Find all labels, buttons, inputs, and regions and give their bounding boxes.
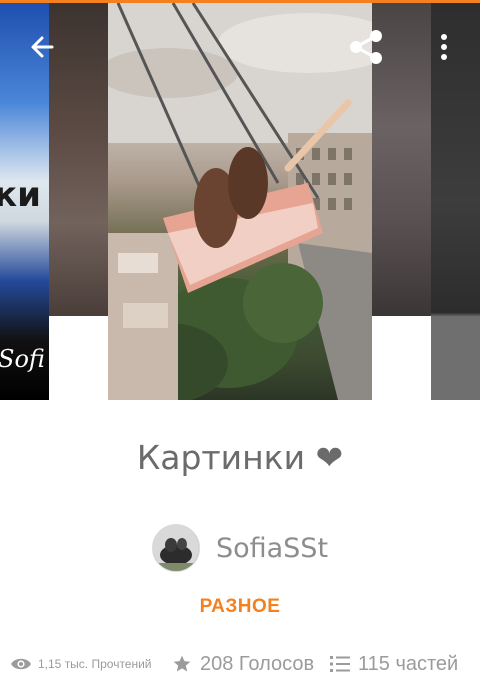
parts-stat[interactable]: 115 частей — [330, 653, 458, 676]
cover-previous-text: ки — [0, 175, 41, 215]
cover-illustration — [108, 3, 372, 400]
author-name[interactable]: SofiaSSt — [216, 533, 328, 564]
more-options-button[interactable] — [422, 25, 466, 69]
arrow-left-icon — [31, 36, 54, 58]
story-stats: 1,15 тыс. Прочтений 208 Голосов 115 част… — [0, 649, 480, 679]
votes-count: 208 Голосов — [200, 652, 315, 675]
cover-carousel[interactable]: ки Sofi — [0, 3, 480, 400]
cover-previous-signature: Sofi — [0, 345, 45, 373]
avatar-image — [152, 525, 199, 571]
more-vertical-icon — [441, 34, 447, 60]
reads-count: 1,15 тыс. Прочтений — [38, 657, 152, 671]
votes-stat: 208 Голосов — [172, 653, 314, 676]
eye-icon — [11, 658, 31, 670]
list-icon — [330, 656, 350, 672]
star-icon — [173, 655, 191, 672]
reads-stat: 1,15 тыс. Прочтений — [10, 657, 152, 671]
back-button[interactable] — [20, 25, 64, 69]
author-row[interactable]: SofiaSSt — [0, 524, 480, 572]
story-title: Картинки ❤ — [136, 438, 344, 477]
author-avatar[interactable] — [151, 524, 200, 572]
category-link[interactable]: РАЗНОЕ — [0, 596, 480, 618]
parts-count: 115 частей — [358, 652, 459, 675]
cover-image-current[interactable] — [108, 3, 372, 400]
share-button[interactable] — [344, 25, 388, 69]
share-icon — [350, 30, 382, 64]
